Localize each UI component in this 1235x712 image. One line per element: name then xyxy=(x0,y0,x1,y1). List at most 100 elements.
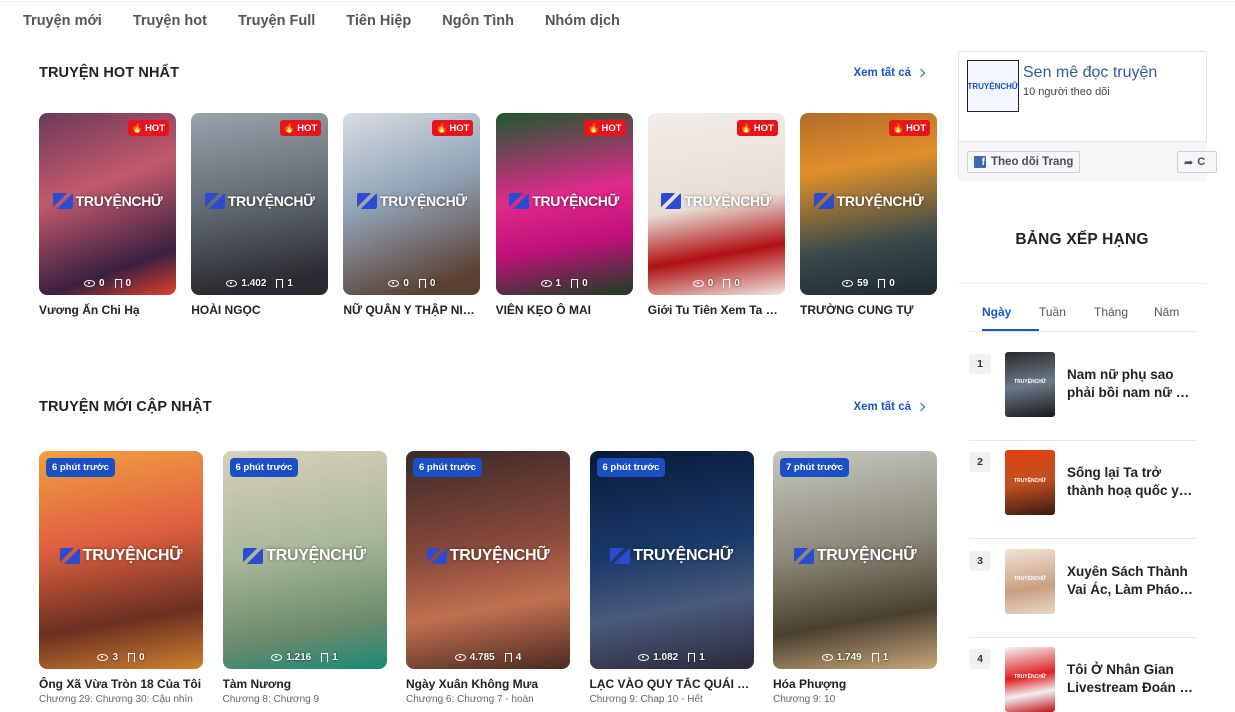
nav-truyen-hot[interactable]: Truyện hot xyxy=(133,13,207,29)
watermark: TRUYỆNCHỮ xyxy=(1014,379,1046,386)
hot-badge: 🔥 HOT xyxy=(888,120,930,136)
new-story-card[interactable]: TRUYỆNCHỮ 6 phút trước 3 0 Ông Xã Vừa Tr… xyxy=(39,451,203,705)
story-cover[interactable]: TRUYỆNCHỮ 7 phút trước 1.749 1 xyxy=(773,451,937,669)
story-title[interactable]: TRƯỜNG CUNG TỰ xyxy=(800,303,937,317)
latest-chapter[interactable]: Chương 6: Chương 7 - hoàn xyxy=(406,694,570,705)
story-cover[interactable]: TRUYỆNCHỮ xyxy=(1005,548,1055,614)
new-section-header: TRUYỆN MỚI CẬP NHẬT Xem tất cả xyxy=(39,397,926,417)
story-cover[interactable]: TRUYỆNCHỮ xyxy=(1005,450,1055,516)
title-line-2: thành hoạ quốc yêu phi xyxy=(1067,483,1195,499)
eye-icon xyxy=(388,280,400,287)
new-story-card[interactable]: TRUYỆNCHỮ 7 phút trước 1.749 1 Hóa Phượn… xyxy=(773,451,937,705)
story-cover[interactable]: TRUYỆNCHỮ xyxy=(1005,352,1055,417)
story-cover[interactable]: TRUYỆNCHỮ 🔥 HOT 0 0 xyxy=(343,113,481,295)
story-title[interactable]: Ngày Xuân Không Mưa xyxy=(406,677,570,691)
watermark: TRUYỆNCHỮ xyxy=(39,193,176,210)
main-nav: Truyện mới Truyện hot Truyện Full Tiên H… xyxy=(0,0,1235,42)
new-story-card[interactable]: TRUYỆNCHỮ 6 phút trước 1.216 1 Tàm Nương… xyxy=(222,451,387,705)
story-title[interactable]: NỮ QUÂN Y THẬP NIÊN 70 xyxy=(343,303,480,317)
view-count: 0 xyxy=(707,278,714,289)
latest-chapter[interactable]: Chương 29: Chương 30: Cậu nhìn xyxy=(39,694,203,705)
ranking-item[interactable]: 3 TRUYỆNCHỮ Xuyên Sách Thành Vai Ác, Làm… xyxy=(969,548,1196,638)
hot-story-card[interactable]: TRUYỆNCHỮ 🔥HOT 0 0 NỮ QUÂN Y THẬP NIÊN 7… xyxy=(343,113,481,317)
ranking-item[interactable]: 1 TRUYỆNCHỮ Nam nữ phụ sao phải bồi nam … xyxy=(969,352,1196,441)
watermark: TRUYỆNCHỮ xyxy=(39,547,203,565)
tab-thang[interactable]: Tháng xyxy=(1094,304,1154,331)
ranking-tabs: Ngày Tuần Tháng Năm xyxy=(969,304,1196,332)
eye-icon xyxy=(638,654,650,661)
story-title[interactable]: Ông Xã Vừa Tròn 18 Của Tôi xyxy=(39,677,203,691)
story-cover[interactable]: TRUYỆNCHỮ 6 phút trước 4.785 4 xyxy=(406,451,570,669)
hot-story-card[interactable]: TRUYỆNCHỮ 🔥 HOT 59 0 TRƯỜNG CUNG TỰ xyxy=(800,113,937,317)
story-title[interactable]: LẠC VÀO QUY TẮC QUÁI ĐÀM xyxy=(590,677,754,691)
brand-logo-icon xyxy=(243,547,264,564)
fire-icon: 🔥 xyxy=(283,122,296,133)
ranking-item[interactable]: 2 TRUYỆNCHỮ Sống lại Ta trở thành hoạ qu… xyxy=(969,450,1196,540)
nav-tien-hiep[interactable]: Tiên Hiệp xyxy=(346,13,411,29)
bookmark-icon xyxy=(723,279,731,288)
divider xyxy=(958,283,1206,284)
nav-truyen-full[interactable]: Truyện Full xyxy=(238,13,315,29)
title-line-1: Tôi Ở Nhân Gian xyxy=(1067,661,1174,677)
story-title[interactable]: HOÀI NGỌC xyxy=(191,303,328,317)
story-title[interactable]: Nam nữ phụ sao phải bồi nam nữ chính xyxy=(1067,366,1195,402)
story-cover[interactable]: TRUYỆNCHỮ 6 phút trước 1.216 1 xyxy=(222,451,387,669)
page-avatar[interactable]: TRUYỆNCHỮ xyxy=(967,60,1019,112)
ranking-title: BẢNG XẾP HẠNG xyxy=(1015,231,1149,248)
hot-badge: 🔥 HOT xyxy=(279,120,322,136)
latest-chapter[interactable]: Chương 8: Chương 9 xyxy=(223,694,387,705)
story-cover[interactable]: TRUYỆNCHỮ 🔥 HOT 1 0 xyxy=(495,113,633,295)
watermark: TRUYỆNCHỮ xyxy=(191,193,328,210)
bookmark-count: 0 xyxy=(125,278,132,289)
bookmark-icon xyxy=(871,653,879,662)
latest-chapter[interactable]: Chương 9: 10 xyxy=(773,694,937,705)
story-title[interactable]: Giới Tu Tiên Xem Ta Là An Trọng xyxy=(648,303,785,317)
nav-truyen-moi[interactable]: Truyện mới xyxy=(23,13,102,29)
story-cover[interactable]: TRUYỆNCHỮ xyxy=(1005,646,1055,712)
bookmark-count: 1 xyxy=(287,278,293,289)
eye-icon xyxy=(692,280,704,287)
story-title[interactable]: Hóa Phượng xyxy=(773,677,937,691)
follow-page-button[interactable]: f Theo dõi Trang xyxy=(967,151,1081,173)
watermark: TRUYỆNCHỮ xyxy=(496,193,633,210)
story-title[interactable]: Xuyên Sách Thành Vai Ác, Làm Pháo Hôi xyxy=(1067,563,1195,599)
watermark: TRUYỆNCHỮ xyxy=(590,547,754,565)
story-stats: 3 0 xyxy=(39,652,203,663)
hot-story-card[interactable]: TRUYỆNCHỮ 🔥 HOT 1 0 VIÊN KẸO Ô MAI xyxy=(495,113,633,317)
new-story-card[interactable]: TRUYỆNCHỮ 6 phút trước 4.785 4 Ngày Xuân… xyxy=(406,451,570,705)
ranking-item[interactable]: 4 TRUYỆNCHỮ Tôi Ở Nhân Gian Livestream Đ… xyxy=(969,646,1196,712)
story-cover[interactable]: TRUYỆNCHỮ 🔥 HOT 0 0 xyxy=(39,113,176,295)
hot-story-card[interactable]: TRUYỆNCHỮ 🔥 HOT 1.402 1 HOÀI NGỌC xyxy=(191,113,329,317)
story-cover[interactable]: TRUYỆNCHỮ 🔥 HOT 59 0 xyxy=(800,113,937,295)
new-story-card[interactable]: TRUYỆNCHỮ 6 phút trước 1.082 1 LẠC VÀO Q… xyxy=(589,451,754,705)
story-stats: 0 0 xyxy=(343,278,480,289)
story-cover[interactable]: TRUYỆNCHỮ 🔥 HOT 0 0 xyxy=(647,113,785,295)
story-cover[interactable]: TRUYỆNCHỮ 🔥 HOT 1.402 1 xyxy=(191,113,329,295)
hot-story-card[interactable]: TRUYỆNCHỮ 🔥 HOT 0 0 Vương Ấn Chi Hạ xyxy=(39,113,176,317)
tab-tuan[interactable]: Tuần xyxy=(1039,304,1094,331)
see-all-link[interactable]: Xem tất cả xyxy=(853,67,926,79)
share-button[interactable]: ➦ C xyxy=(1177,151,1217,173)
latest-chapter[interactable]: Chương 9: Chap 10 - Hết xyxy=(590,694,754,705)
story-cover[interactable]: TRUYỆNCHỮ 6 phút trước 3 0 xyxy=(39,451,203,669)
tab-nam[interactable]: Năm xyxy=(1154,304,1179,331)
nav-ngon-tinh[interactable]: Ngôn Tình xyxy=(442,13,514,29)
page-name-link[interactable]: Sen mê đọc truyện xyxy=(1023,64,1157,82)
tab-ngay[interactable]: Ngày xyxy=(982,304,1039,331)
updated-time-badge: 6 phút trước xyxy=(229,458,299,477)
fire-icon: 🔥 xyxy=(588,122,600,133)
story-title[interactable]: Tôi Ở Nhân Gian Livestream Đoán Mệnh xyxy=(1067,661,1195,697)
bookmark-count: 0 xyxy=(582,278,588,289)
story-cover[interactable]: TRUYỆNCHỮ 6 phút trước 1.082 1 xyxy=(589,451,754,669)
watermark: TRUYỆNCHỮ xyxy=(343,193,480,210)
nav-nhom-dich[interactable]: Nhóm dịch xyxy=(545,13,620,29)
watermark: TRUYỆNCHỮ xyxy=(1014,674,1046,681)
story-title[interactable]: Vương Ấn Chi Hạ xyxy=(39,303,176,317)
see-all-link[interactable]: Xem tất cả xyxy=(853,401,926,413)
view-count: 1.216 xyxy=(286,652,312,663)
story-title[interactable]: Sống lại Ta trở thành hoạ quốc yêu phi xyxy=(1067,464,1195,500)
view-count: 1.402 xyxy=(241,278,267,289)
story-title[interactable]: Tàm Nương xyxy=(223,677,387,691)
hot-story-card[interactable]: TRUYỆNCHỮ 🔥 HOT 0 0 Giới Tu Tiên Xem Ta L… xyxy=(647,113,785,317)
story-title[interactable]: VIÊN KẸO Ô MAI xyxy=(496,303,633,317)
